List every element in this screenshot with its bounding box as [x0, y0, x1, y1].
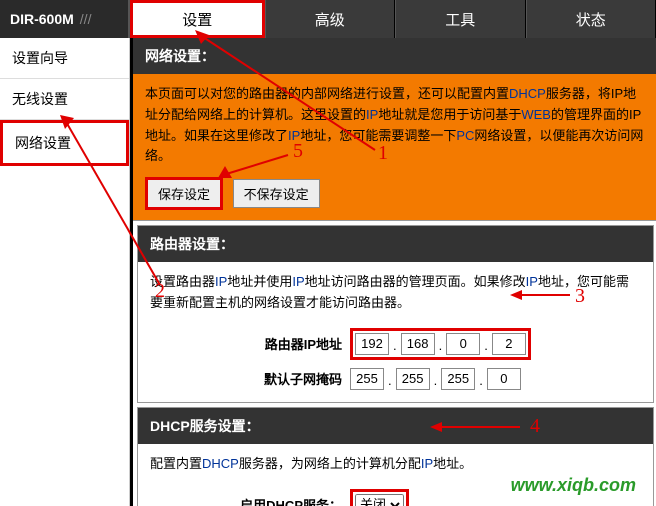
brand-text: DIR-600M: [10, 11, 74, 27]
dhcp-enable-highlight: 关闭: [350, 489, 409, 506]
dhcp-desc-kw2: IP: [421, 456, 433, 471]
main-panel: 网络设置： 本页面可以对您的路由器的内部网络进行设置，还可以配置内置DHCP服务…: [130, 38, 656, 506]
intro-kw2: IP: [366, 107, 378, 122]
mask-a[interactable]: [350, 368, 384, 390]
dhcp-section: DHCP服务设置： 配置内置DHCP服务器，为网络上的计算机分配IP地址。 启用…: [137, 407, 654, 506]
intro-kw4: IP: [288, 128, 300, 143]
save-button[interactable]: 保存设定: [145, 177, 223, 210]
router-ip-label: 路由器IP地址: [150, 334, 350, 353]
router-ip-b[interactable]: [401, 333, 435, 355]
mask-d[interactable]: [487, 368, 521, 390]
intro-text-a: 本页面可以对您的路由器的内部网络进行设置，还可以配置内置: [145, 86, 509, 101]
router-desc: 设置路由器IP地址并使用IP地址访问路由器的管理页面。如果修改IP地址，您可能需…: [138, 262, 653, 324]
dhcp-desc-c: 地址。: [433, 456, 472, 471]
dhcp-desc: 配置内置DHCP服务器，为网络上的计算机分配IP地址。: [138, 444, 653, 485]
router-title: 路由器设置：: [138, 226, 653, 262]
tab-status[interactable]: 状态: [526, 0, 656, 38]
router-ip-highlight: . . .: [350, 328, 531, 360]
dhcp-title: DHCP服务设置：: [138, 408, 653, 444]
sidebar-item-wireless[interactable]: 无线设置: [0, 79, 129, 120]
router-desc-a: 设置路由器: [150, 274, 215, 289]
panel-title-network: 网络设置：: [133, 38, 656, 74]
router-desc-kw2: IP: [292, 274, 304, 289]
router-ip-a[interactable]: [355, 333, 389, 355]
intro-text-c: 地址就是您用于访问基于: [378, 107, 521, 122]
intro-kw3: WEB: [521, 107, 551, 122]
tab-tools[interactable]: 工具: [395, 0, 526, 38]
router-ip-d[interactable]: [492, 333, 526, 355]
intro-text-e: 地址，您可能需要调整一下: [300, 128, 456, 143]
router-desc-b: 地址并使用: [227, 274, 292, 289]
tab-setup[interactable]: 设置: [130, 0, 265, 38]
dhcp-enable-select[interactable]: 关闭: [355, 494, 404, 506]
intro-kw1: DHCP: [509, 86, 546, 101]
mask-b[interactable]: [396, 368, 430, 390]
dhcp-desc-b: 服务器，为网络上的计算机分配: [239, 456, 421, 471]
tab-advanced[interactable]: 高级: [265, 0, 396, 38]
sidebar-item-network[interactable]: 网络设置: [0, 120, 129, 166]
router-desc-c: 地址访问路由器的管理页面。如果修改: [305, 274, 526, 289]
dhcp-desc-kw1: DHCP: [202, 456, 239, 471]
dhcp-enable-label: 启用DHCP服务：: [150, 495, 350, 506]
router-desc-kw1: IP: [215, 274, 227, 289]
brand: DIR-600M ///: [0, 0, 130, 38]
brand-divider: ///: [80, 11, 92, 27]
mask-c[interactable]: [441, 368, 475, 390]
intro-kw5: PC: [456, 128, 474, 143]
panel-intro: 本页面可以对您的路由器的内部网络进行设置，还可以配置内置DHCP服务器，将IP地…: [133, 74, 656, 221]
dhcp-desc-a: 配置内置: [150, 456, 202, 471]
router-desc-kw3: IP: [526, 274, 538, 289]
router-section: 路由器设置： 设置路由器IP地址并使用IP地址访问路由器的管理页面。如果修改IP…: [137, 225, 654, 403]
sidebar: 设置向导 无线设置 网络设置: [0, 38, 130, 506]
subnet-mask-label: 默认子网掩码: [150, 369, 350, 388]
router-ip-c[interactable]: [446, 333, 480, 355]
nosave-button[interactable]: 不保存设定: [233, 179, 320, 208]
sidebar-item-wizard[interactable]: 设置向导: [0, 38, 129, 79]
